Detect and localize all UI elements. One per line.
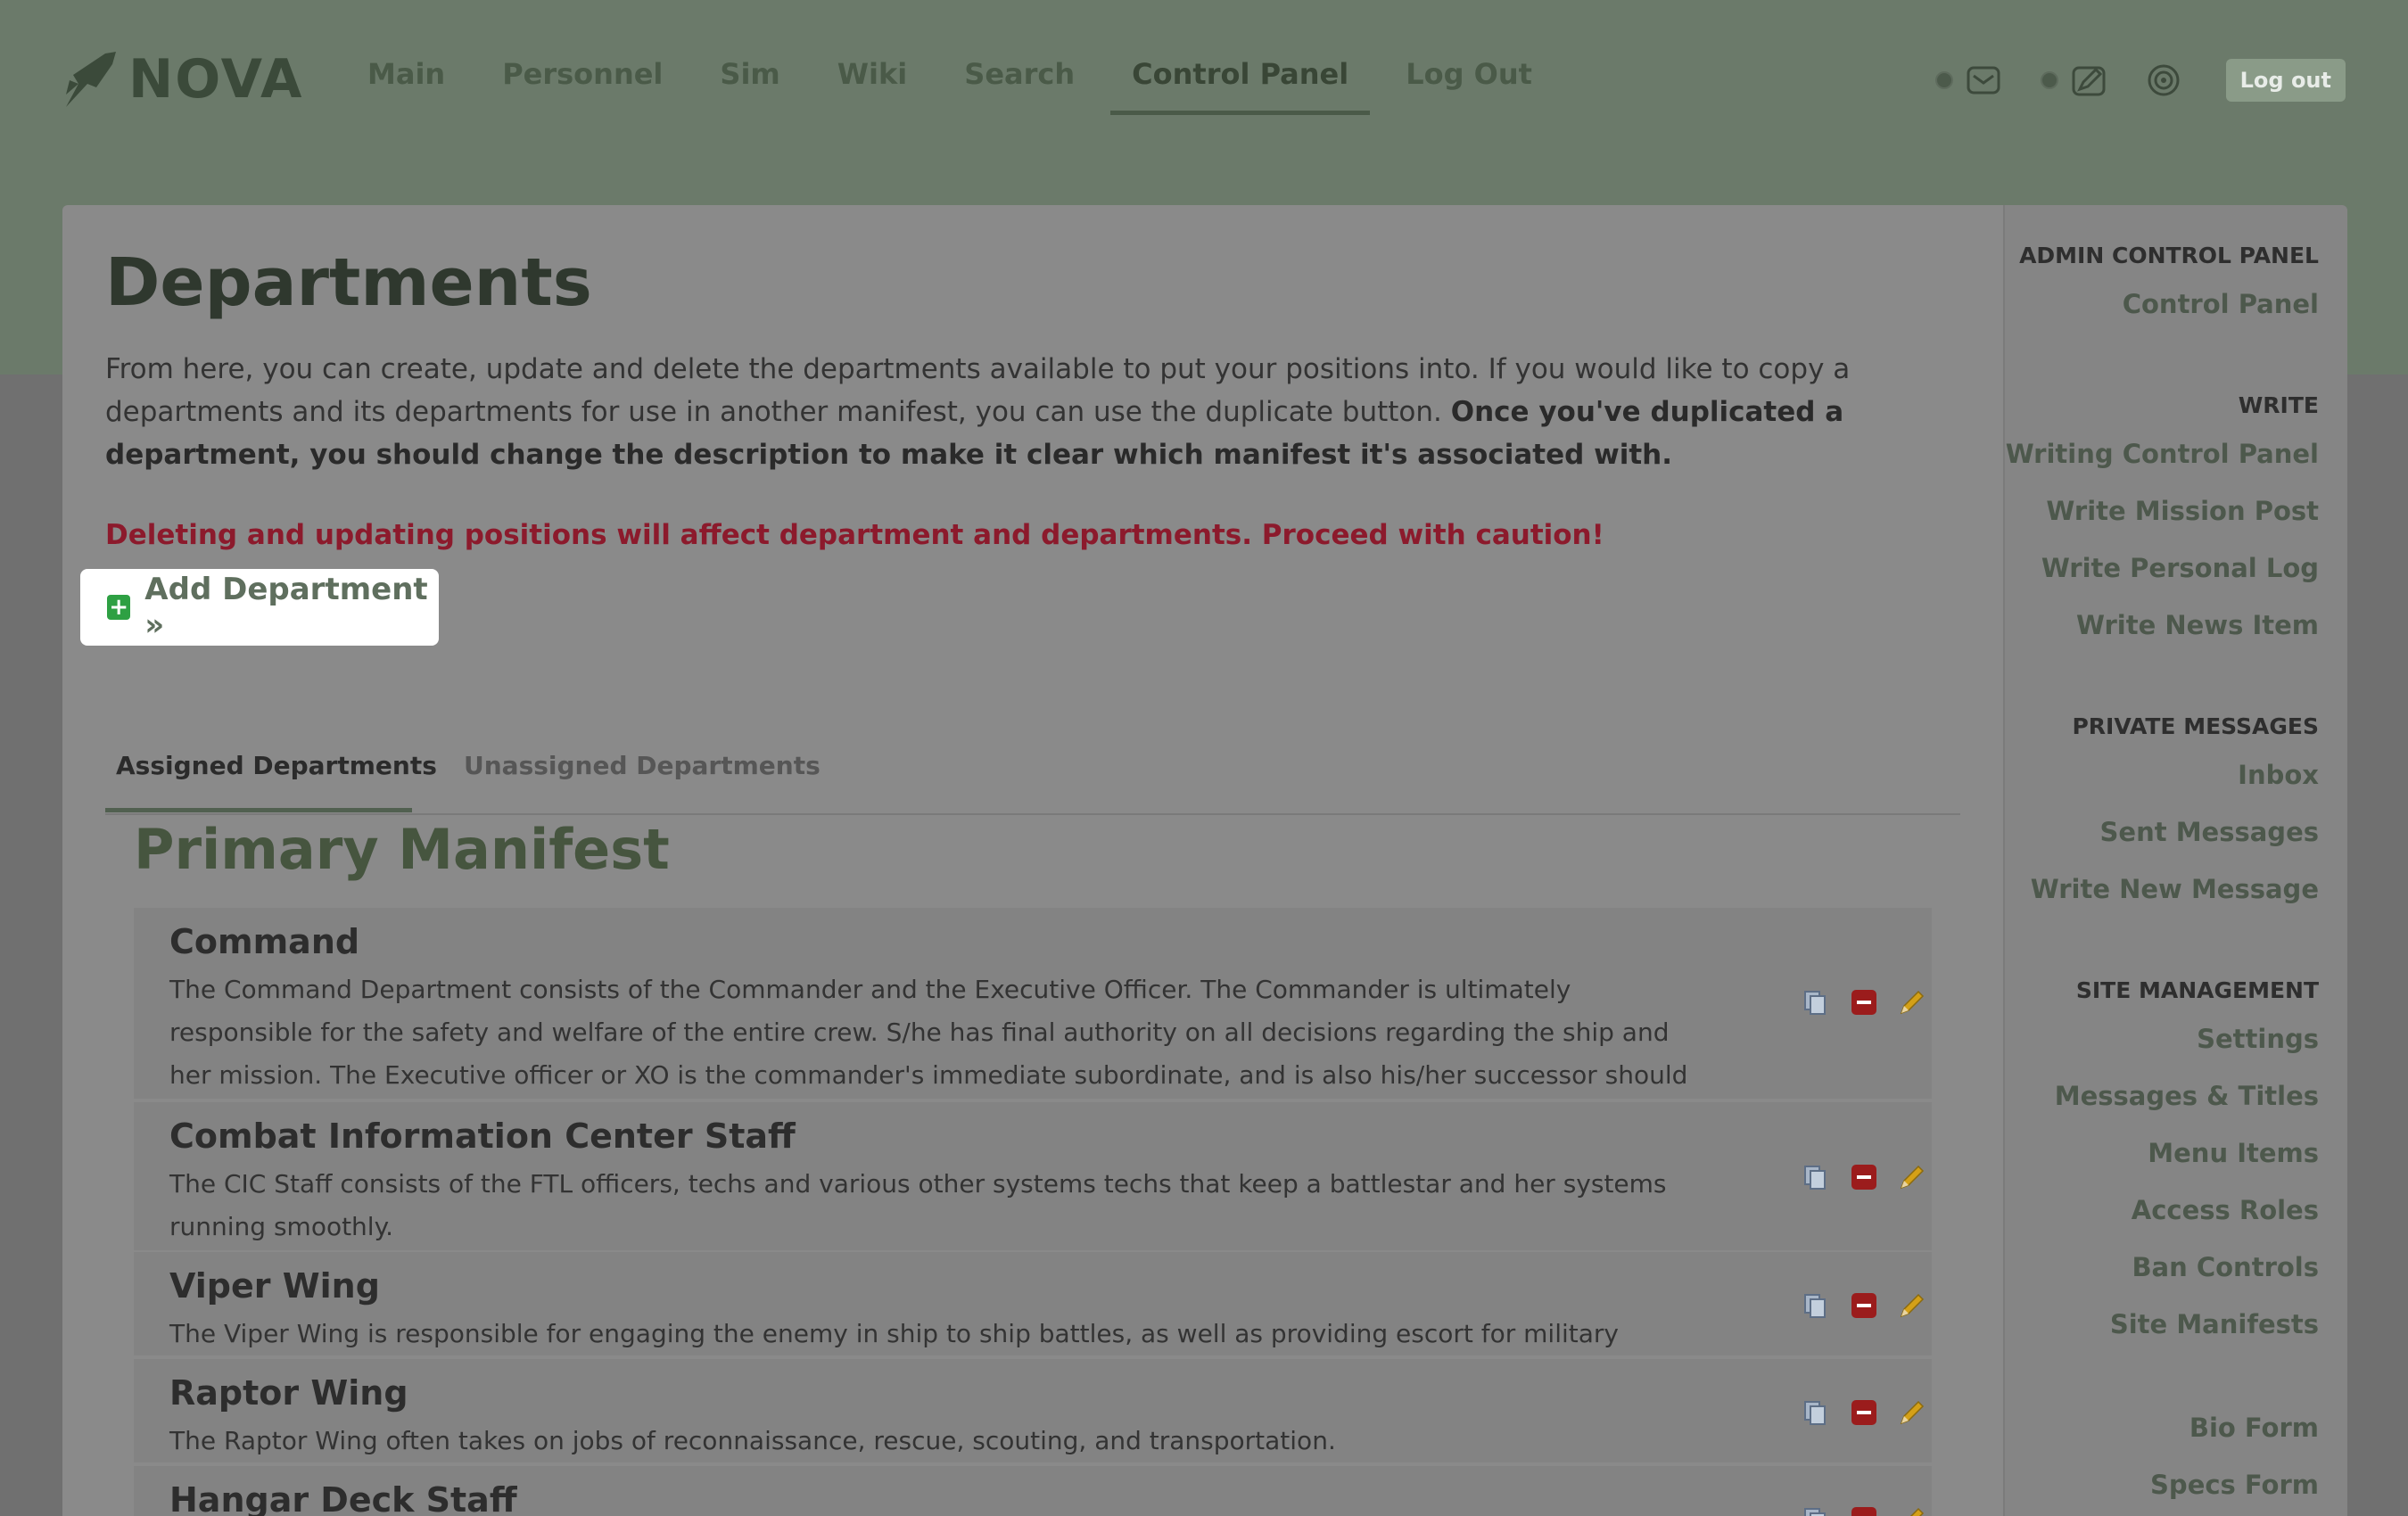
nav-personnel[interactable]: Personnel bbox=[474, 57, 691, 116]
admin-sidebar: ADMIN CONTROL PANEL Control Panel WRITE … bbox=[2003, 205, 2347, 1516]
pencil-icon[interactable] bbox=[1898, 1163, 1926, 1191]
nav-search[interactable]: Search bbox=[936, 57, 1103, 116]
sidebar-item-write-mission-post[interactable]: Write Mission Post bbox=[2046, 496, 2319, 526]
nova-rocket-icon bbox=[66, 52, 116, 107]
sidebar-item-site-manifests[interactable]: Site Manifests bbox=[2110, 1309, 2319, 1339]
sidebar-item-sent-messages[interactable]: Sent Messages bbox=[2100, 817, 2319, 847]
sidebar-item-write-news-item[interactable]: Write News Item bbox=[2076, 610, 2319, 640]
department-name: Viper Wing bbox=[169, 1266, 380, 1306]
department-row: Combat Information Center Staff The CIC … bbox=[134, 1102, 1932, 1250]
mail-status-indicator bbox=[1934, 71, 1953, 89]
intro-text: From here, you can create, update and de… bbox=[105, 348, 1960, 476]
department-name: Raptor Wing bbox=[169, 1373, 408, 1413]
sidebar-item-write-personal-log[interactable]: Write Personal Log bbox=[2041, 553, 2319, 583]
sidebar-heading: ADMIN CONTROL PANEL bbox=[2019, 243, 2319, 268]
department-row: Hangar Deck Staff bbox=[134, 1466, 1932, 1516]
department-name: Combat Information Center Staff bbox=[169, 1116, 796, 1156]
delete-icon[interactable] bbox=[1850, 1291, 1878, 1320]
sidebar-item-bio-form[interactable]: Bio Form bbox=[2189, 1413, 2319, 1443]
main-content: Departments From here, you can create, u… bbox=[62, 205, 2003, 1516]
warning-text: Deleting and updating positions will aff… bbox=[105, 519, 1604, 551]
sidebar-item-menu-items[interactable]: Menu Items bbox=[2148, 1138, 2319, 1168]
nav-wiki[interactable]: Wiki bbox=[809, 57, 936, 116]
delete-icon[interactable] bbox=[1850, 1505, 1878, 1516]
pencil-icon[interactable] bbox=[1898, 1398, 1926, 1427]
department-row: Command The Command Department consists … bbox=[134, 908, 1932, 1133]
mail-icon[interactable] bbox=[1966, 62, 2001, 98]
pencil-icon[interactable] bbox=[1898, 988, 1926, 1017]
site-logo[interactable]: NOVA bbox=[61, 48, 303, 111]
department-name: Hangar Deck Staff bbox=[169, 1480, 517, 1516]
sidebar-item-control-panel[interactable]: Control Panel bbox=[2123, 289, 2319, 319]
duplicate-icon[interactable] bbox=[1802, 1505, 1830, 1516]
sidebar-heading: SITE MANAGEMENT bbox=[2075, 977, 2319, 1003]
logout-button[interactable]: Log out bbox=[2225, 59, 2346, 102]
pencil-icon[interactable] bbox=[1898, 1505, 1926, 1516]
radar-icon[interactable] bbox=[2146, 62, 2181, 98]
nav-main[interactable]: Main bbox=[339, 57, 474, 116]
sidebar-item-messages-titles[interactable]: Messages & Titles bbox=[2055, 1081, 2319, 1111]
main-nav: Main Personnel Sim Wiki Search Control P… bbox=[339, 57, 1561, 116]
nav-control-panel[interactable]: Control Panel bbox=[1103, 57, 1377, 116]
sidebar-item-inbox[interactable]: Inbox bbox=[2238, 760, 2319, 790]
department-description: The Raptor Wing often takes on jobs of r… bbox=[169, 1426, 1336, 1455]
duplicate-icon[interactable] bbox=[1802, 988, 1830, 1017]
delete-icon[interactable] bbox=[1850, 1163, 1878, 1191]
tab-unassigned-departments[interactable]: Unassigned Departments bbox=[464, 751, 821, 780]
duplicate-icon[interactable] bbox=[1802, 1398, 1830, 1427]
tab-assigned-departments[interactable]: Assigned Departments bbox=[116, 751, 437, 780]
department-row: Raptor Wing The Raptor Wing often takes … bbox=[134, 1359, 1932, 1462]
active-tab-indicator bbox=[105, 808, 412, 812]
manifest-title: Primary Manifest bbox=[134, 817, 670, 882]
add-icon: + bbox=[107, 595, 131, 620]
delete-icon[interactable] bbox=[1850, 988, 1878, 1017]
sidebar-item-specs-form[interactable]: Specs Form bbox=[2150, 1470, 2319, 1500]
sidebar-item-write-new-message[interactable]: Write New Message bbox=[2031, 874, 2319, 904]
delete-icon[interactable] bbox=[1850, 1398, 1878, 1427]
department-description: The CIC Staff consists of the FTL office… bbox=[169, 1169, 1667, 1241]
nav-sim[interactable]: Sim bbox=[691, 57, 808, 116]
write-icon[interactable] bbox=[2071, 62, 2107, 98]
sidebar-item-writing-control-panel[interactable]: Writing Control Panel bbox=[2006, 439, 2319, 469]
write-status-indicator bbox=[2040, 71, 2058, 89]
department-name: Command bbox=[169, 922, 360, 961]
sidebar-heading: WRITE bbox=[2238, 392, 2319, 418]
duplicate-icon[interactable] bbox=[1802, 1291, 1830, 1320]
sidebar-item-access-roles[interactable]: Access Roles bbox=[2132, 1195, 2319, 1225]
user-tools: Log out bbox=[1934, 59, 2346, 102]
nav-log-out[interactable]: Log Out bbox=[1377, 57, 1561, 116]
sidebar-item-settings[interactable]: Settings bbox=[2197, 1024, 2319, 1054]
sidebar-heading: PRIVATE MESSAGES bbox=[2072, 713, 2319, 739]
add-department-button[interactable]: + Add Department » bbox=[80, 569, 439, 646]
page-title: Departments bbox=[105, 244, 592, 321]
department-tabs: Assigned Departments Unassigned Departme… bbox=[105, 713, 1960, 815]
pencil-icon[interactable] bbox=[1898, 1291, 1926, 1320]
department-row: Viper Wing The Viper Wing is responsible… bbox=[134, 1252, 1932, 1391]
brand-name: NOVA bbox=[128, 48, 304, 111]
sidebar-item-ban-controls[interactable]: Ban Controls bbox=[2132, 1252, 2319, 1282]
duplicate-icon[interactable] bbox=[1802, 1163, 1830, 1191]
add-department-label: Add Department » bbox=[144, 572, 428, 643]
